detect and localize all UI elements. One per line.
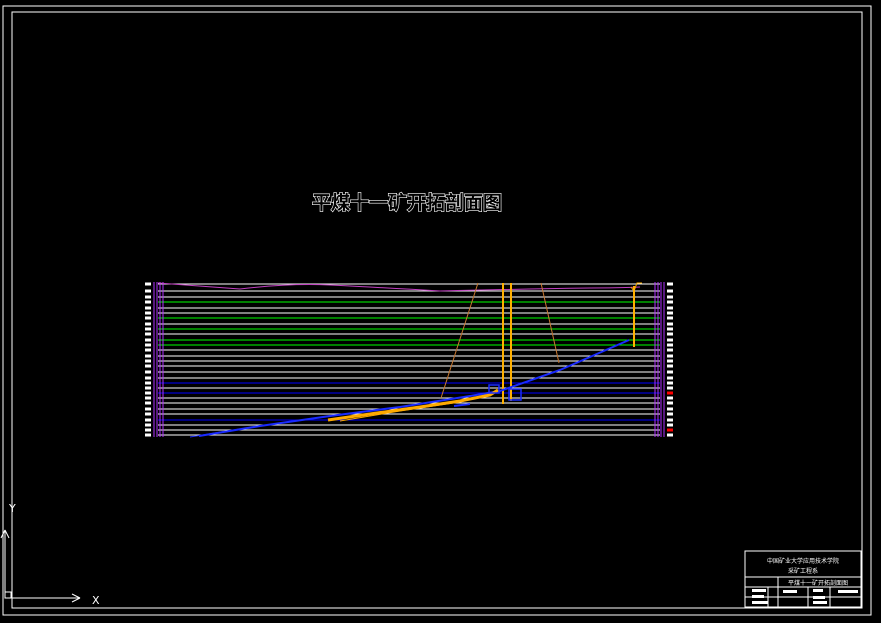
title-block-school: 中国矿业大学应用技术学院 bbox=[767, 557, 839, 565]
depth-tick-right bbox=[667, 289, 673, 293]
depth-tick-left bbox=[145, 396, 151, 400]
ucs-icon: Y X bbox=[0, 502, 100, 607]
geological-section bbox=[145, 282, 673, 438]
depth-tick-left bbox=[145, 343, 151, 347]
depth-tick-right bbox=[667, 359, 673, 363]
depth-tick-left bbox=[145, 359, 151, 363]
depth-tick-left bbox=[145, 376, 151, 380]
depth-tick-right bbox=[667, 428, 673, 432]
title-block-cell bbox=[752, 589, 766, 592]
depth-tick-left bbox=[145, 322, 151, 326]
depth-tick-right bbox=[667, 295, 673, 299]
depth-tick-right bbox=[667, 418, 673, 422]
ucs-origin-box bbox=[4, 591, 12, 599]
ucs-y-axis bbox=[0, 529, 10, 598]
depth-tick-left bbox=[145, 386, 151, 390]
title-block-cell bbox=[813, 601, 827, 604]
depth-tick-left bbox=[145, 327, 151, 331]
depth-tick-right bbox=[667, 327, 673, 331]
depth-tick-left bbox=[145, 311, 151, 315]
depth-tick-right bbox=[667, 338, 673, 342]
depth-tick-right bbox=[667, 391, 673, 395]
depth-tick-left bbox=[145, 381, 151, 385]
depth-tick-right bbox=[667, 364, 673, 368]
depth-tick-right bbox=[667, 306, 673, 310]
depth-tick-left bbox=[145, 423, 151, 427]
depth-tick-left bbox=[145, 370, 151, 374]
depth-tick-right bbox=[667, 423, 673, 427]
depth-tick-left bbox=[145, 418, 151, 422]
depth-tick-right bbox=[667, 300, 673, 304]
cad-drawing-canvas: 平煤十一矿开拓剖面图 中国矿业大学应用技术学院 采矿工程系 平煤十一矿开拓剖面图… bbox=[0, 0, 881, 619]
title-block-cell bbox=[783, 590, 797, 593]
ucs-y-label: Y bbox=[8, 502, 16, 515]
depth-tick-left bbox=[145, 428, 151, 432]
depth-tick-right bbox=[667, 343, 673, 347]
depth-tick-left bbox=[145, 391, 151, 395]
depth-tick-right bbox=[667, 348, 673, 352]
title-block: 中国矿业大学应用技术学院 采矿工程系 平煤十一矿开拓剖面图 bbox=[744, 550, 862, 608]
ucs-x-label: X bbox=[92, 594, 100, 607]
depth-tick-left bbox=[145, 300, 151, 304]
depth-tick-right bbox=[667, 282, 673, 286]
depth-tick-right bbox=[667, 322, 673, 326]
depth-tick-left bbox=[145, 401, 151, 405]
depth-tick-right bbox=[667, 311, 673, 315]
drawing-title: 平煤十一矿开拓剖面图 bbox=[312, 191, 502, 214]
depth-tick-right bbox=[667, 396, 673, 400]
ucs-x-axis bbox=[5, 593, 81, 603]
depth-tick-left bbox=[145, 289, 151, 293]
title-block-cell bbox=[838, 590, 858, 593]
title-block-cell bbox=[813, 589, 823, 592]
inner-drawing-frame bbox=[11, 11, 863, 609]
title-block-drawing-name: 平煤十一矿开拓剖面图 bbox=[788, 579, 848, 587]
depth-tick-left bbox=[145, 348, 151, 352]
depth-scale-ticks bbox=[145, 282, 673, 437]
depth-tick-right bbox=[667, 370, 673, 374]
depth-tick-right bbox=[667, 316, 673, 320]
depth-tick-left bbox=[145, 316, 151, 320]
depth-tick-left bbox=[145, 338, 151, 342]
depth-tick-right bbox=[667, 386, 673, 390]
depth-tick-left bbox=[145, 282, 151, 286]
depth-tick-left bbox=[145, 412, 151, 416]
title-block-department: 采矿工程系 bbox=[788, 567, 818, 575]
depth-tick-left bbox=[145, 295, 151, 299]
depth-tick-left bbox=[145, 332, 151, 336]
fault-line-right bbox=[540, 282, 560, 364]
depth-tick-left bbox=[145, 407, 151, 411]
drawing-sheet: 平煤十一矿开拓剖面图 中国矿业大学应用技术学院 采矿工程系 平煤十一矿开拓剖面图… bbox=[0, 5, 872, 616]
depth-tick-left bbox=[145, 364, 151, 368]
depth-tick-left bbox=[145, 306, 151, 310]
title-block-cell bbox=[752, 601, 768, 604]
roadway-segment bbox=[453, 403, 471, 407]
outer-sheet-frame bbox=[2, 5, 872, 616]
depth-tick-right bbox=[667, 376, 673, 380]
depth-tick-right bbox=[667, 433, 673, 437]
depth-tick-left bbox=[145, 354, 151, 358]
depth-tick-right bbox=[667, 354, 673, 358]
depth-tick-right bbox=[667, 401, 673, 405]
depth-tick-right bbox=[667, 412, 673, 416]
depth-tick-right bbox=[667, 381, 673, 385]
depth-tick-right bbox=[667, 407, 673, 411]
depth-tick-left bbox=[145, 433, 151, 437]
depth-tick-right bbox=[667, 332, 673, 336]
